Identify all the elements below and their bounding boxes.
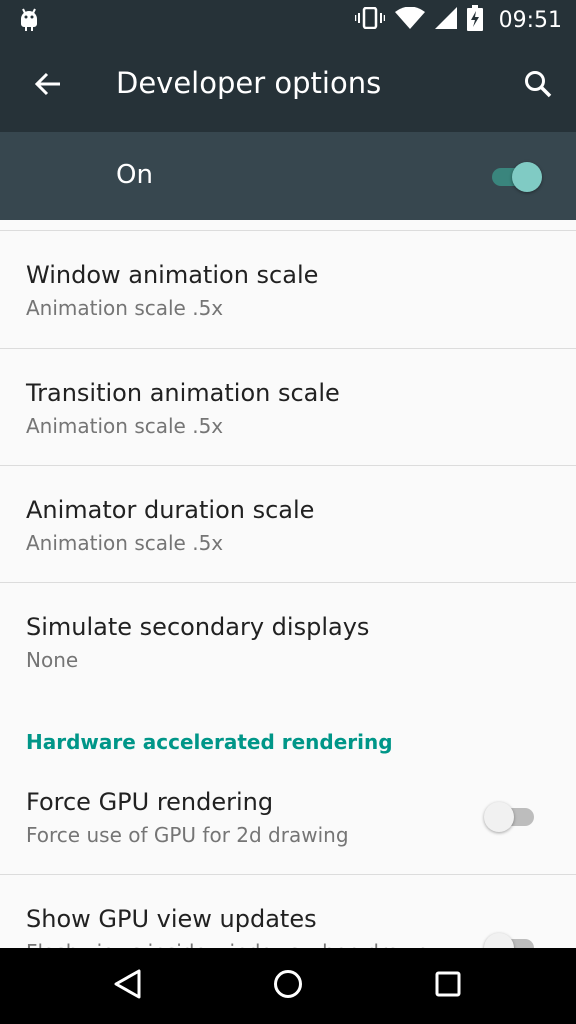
pref-title: Window animation scale bbox=[26, 261, 319, 289]
master-switch-label: On bbox=[116, 160, 153, 190]
pref-transition-animation-scale[interactable]: Transition animation scale Animation sca… bbox=[0, 349, 576, 465]
battery-charging-icon bbox=[466, 5, 483, 35]
wifi-icon bbox=[394, 6, 425, 33]
nav-home-button[interactable] bbox=[260, 958, 316, 1014]
vibrate-icon bbox=[354, 6, 385, 33]
arrow-back-icon bbox=[34, 70, 62, 102]
master-switch-bar[interactable]: On bbox=[0, 132, 576, 220]
pref-title: Force GPU rendering bbox=[26, 788, 274, 816]
section-header: Hardware accelerated rendering bbox=[26, 730, 393, 754]
navigation-bar bbox=[0, 948, 576, 1024]
home-circle-icon bbox=[272, 968, 304, 1004]
status-time: 09:51 bbox=[498, 7, 562, 33]
pref-force-gpu-rendering[interactable]: Force GPU rendering Force use of GPU for… bbox=[0, 768, 576, 874]
switch-thumb bbox=[484, 802, 514, 832]
pref-summary: Animation scale .5x bbox=[26, 296, 224, 320]
pref-title: Simulate secondary displays bbox=[26, 613, 370, 641]
search-icon bbox=[523, 69, 553, 103]
back-button[interactable] bbox=[24, 62, 72, 110]
preferences-list[interactable]: Window animation scale Animation scale .… bbox=[0, 220, 576, 948]
pref-animator-duration-scale[interactable]: Animator duration scale Animation scale … bbox=[0, 466, 576, 582]
switch-thumb bbox=[484, 933, 514, 948]
app-bar: Developer options bbox=[0, 40, 576, 132]
pref-summary: None bbox=[26, 648, 79, 672]
pref-summary: Flash views inside windows when drawn bbox=[26, 940, 428, 948]
pref-simulate-secondary-displays[interactable]: Simulate secondary displays None bbox=[0, 583, 576, 703]
android-icon bbox=[18, 8, 40, 36]
pref-summary: Force use of GPU for 2d drawing bbox=[26, 823, 349, 847]
nav-back-button[interactable] bbox=[100, 958, 156, 1014]
back-triangle-icon bbox=[113, 968, 143, 1004]
force-gpu-toggle-switch[interactable] bbox=[484, 796, 540, 836]
pref-summary: Animation scale .5x bbox=[26, 531, 224, 555]
pref-summary: Animation scale .5x bbox=[26, 414, 224, 438]
master-toggle-switch[interactable] bbox=[488, 156, 544, 196]
pref-title: Animator duration scale bbox=[26, 496, 315, 524]
pref-window-animation-scale[interactable]: Window animation scale Animation scale .… bbox=[0, 231, 576, 348]
switch-thumb bbox=[512, 162, 542, 192]
show-gpu-updates-toggle-switch[interactable] bbox=[484, 927, 540, 948]
signal-icon bbox=[434, 7, 457, 33]
pref-show-gpu-view-updates[interactable]: Show GPU view updates Flash views inside… bbox=[0, 875, 576, 948]
pref-title: Transition animation scale bbox=[26, 379, 340, 407]
pref-title: Show GPU view updates bbox=[26, 905, 317, 933]
nav-recents-button[interactable] bbox=[420, 958, 476, 1014]
page-title: Developer options bbox=[116, 66, 382, 100]
status-bar: 09:51 bbox=[0, 0, 576, 40]
search-button[interactable] bbox=[514, 62, 562, 110]
recents-square-icon bbox=[434, 970, 462, 1002]
